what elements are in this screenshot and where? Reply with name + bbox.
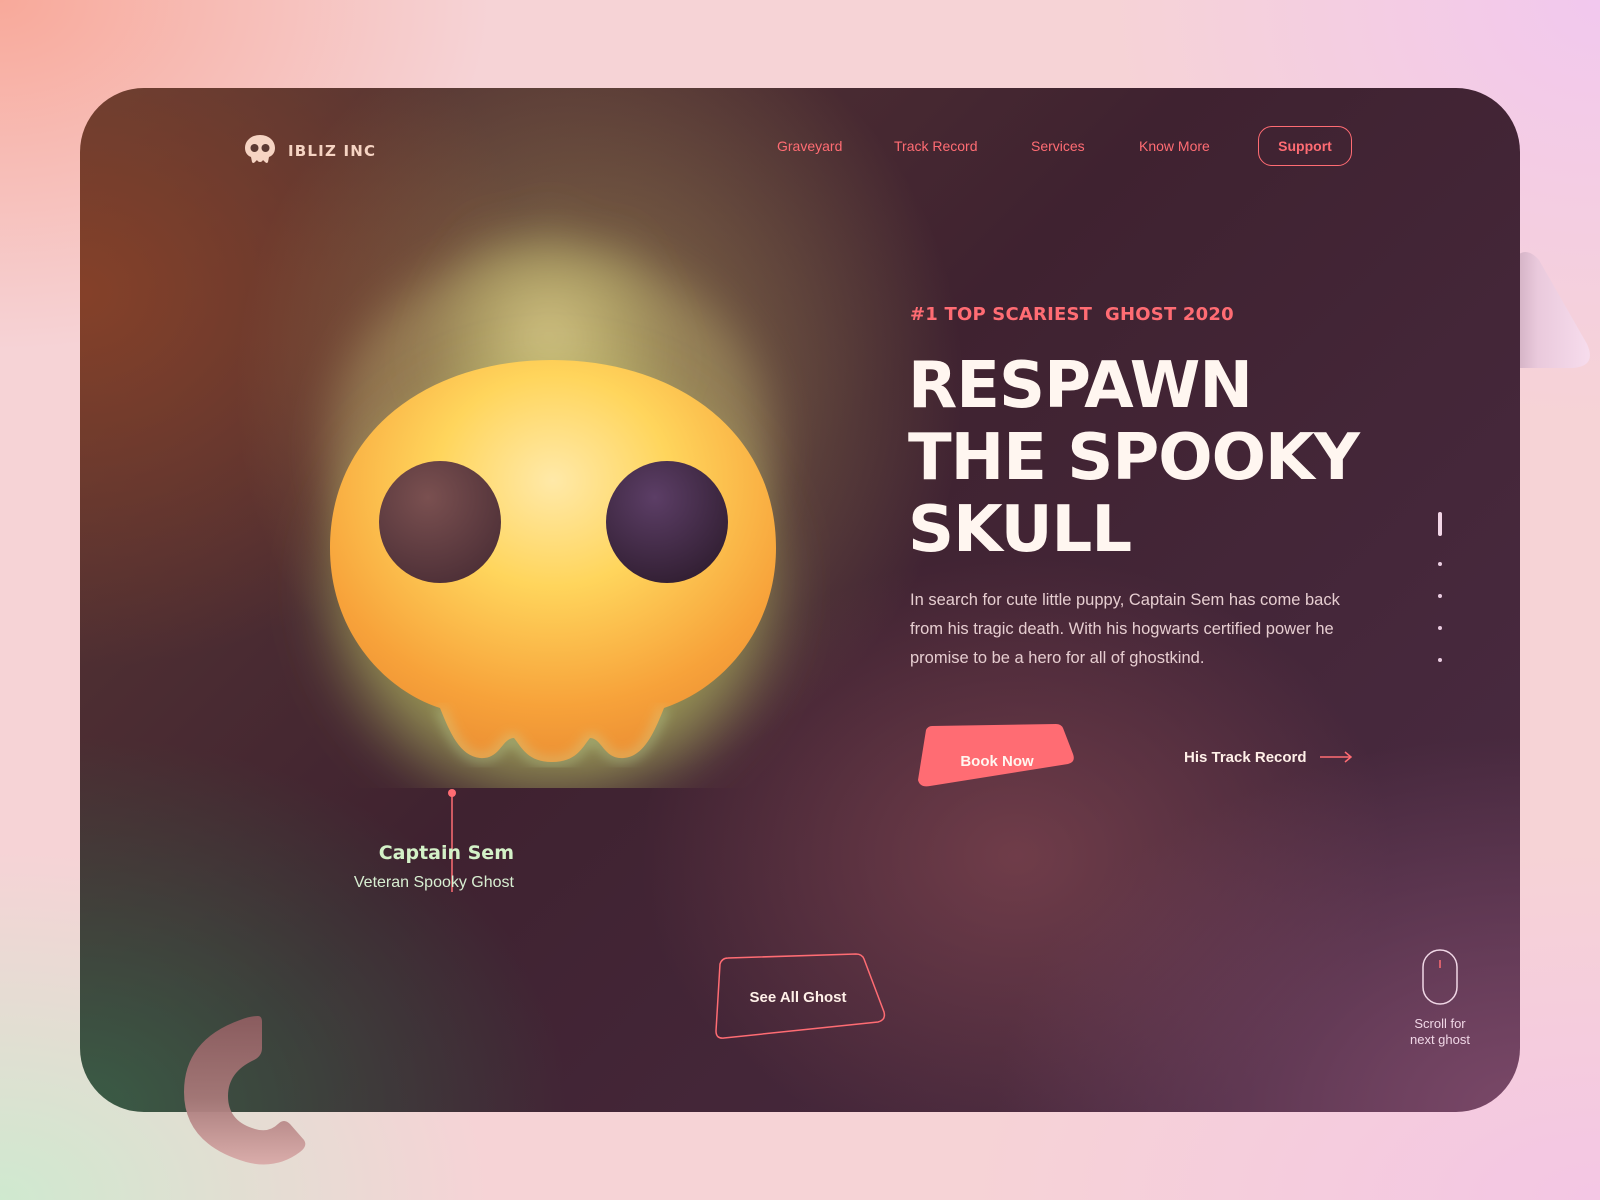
slider-dot[interactable] (1438, 594, 1442, 598)
arrow-right-icon (1319, 748, 1353, 767)
scroll-hint-line: Scroll for (1414, 1016, 1466, 1031)
nav-link-services[interactable]: Services (1031, 138, 1085, 154)
headline-line: SKULL (908, 493, 1132, 567)
slider-dot[interactable] (1438, 658, 1442, 662)
hero-tagline: #1 TOP SCARIEST GHOST 2020 (910, 304, 1234, 325)
skull-illustration (270, 148, 830, 828)
decorative-c-shape (180, 1010, 320, 1174)
nav-link-track-record[interactable]: Track Record (894, 138, 978, 154)
scroll-hint-text: Scroll for next ghost (1380, 1016, 1500, 1048)
book-now-label: Book Now (960, 752, 1034, 770)
see-all-ghost-button[interactable]: See All Ghost (708, 952, 888, 1042)
track-record-label: His Track Record (1184, 749, 1307, 766)
hero-description: In search for cute little puppy, Captain… (910, 591, 1340, 667)
character-role: Veteran Spooky Ghost (353, 874, 514, 891)
slider-dot[interactable] (1438, 562, 1442, 566)
see-all-ghost-label: See All Ghost (749, 988, 847, 1006)
headline-line: THE SPOOKY (908, 421, 1360, 495)
hero-headline: RESPAWN THE SPOOKY SKULL (908, 350, 1428, 566)
book-now-button[interactable]: Book Now (916, 724, 1074, 798)
mouse-icon (1421, 948, 1459, 1010)
headline-line: RESPAWN (908, 349, 1253, 423)
nav-link-know-more[interactable]: Know More (1139, 138, 1210, 154)
character-name: Captain Sem (378, 842, 514, 864)
support-button[interactable]: Support (1258, 126, 1352, 166)
slider-dot[interactable] (1438, 626, 1442, 630)
scroll-hint-line: next ghost (1410, 1032, 1470, 1047)
slider-pagination (1436, 512, 1444, 672)
slider-dot-active[interactable] (1438, 512, 1442, 536)
track-record-link[interactable]: His Track Record (1184, 748, 1353, 767)
hero-card: IBLIZ INC Graveyard Track Record Service… (80, 88, 1520, 1112)
